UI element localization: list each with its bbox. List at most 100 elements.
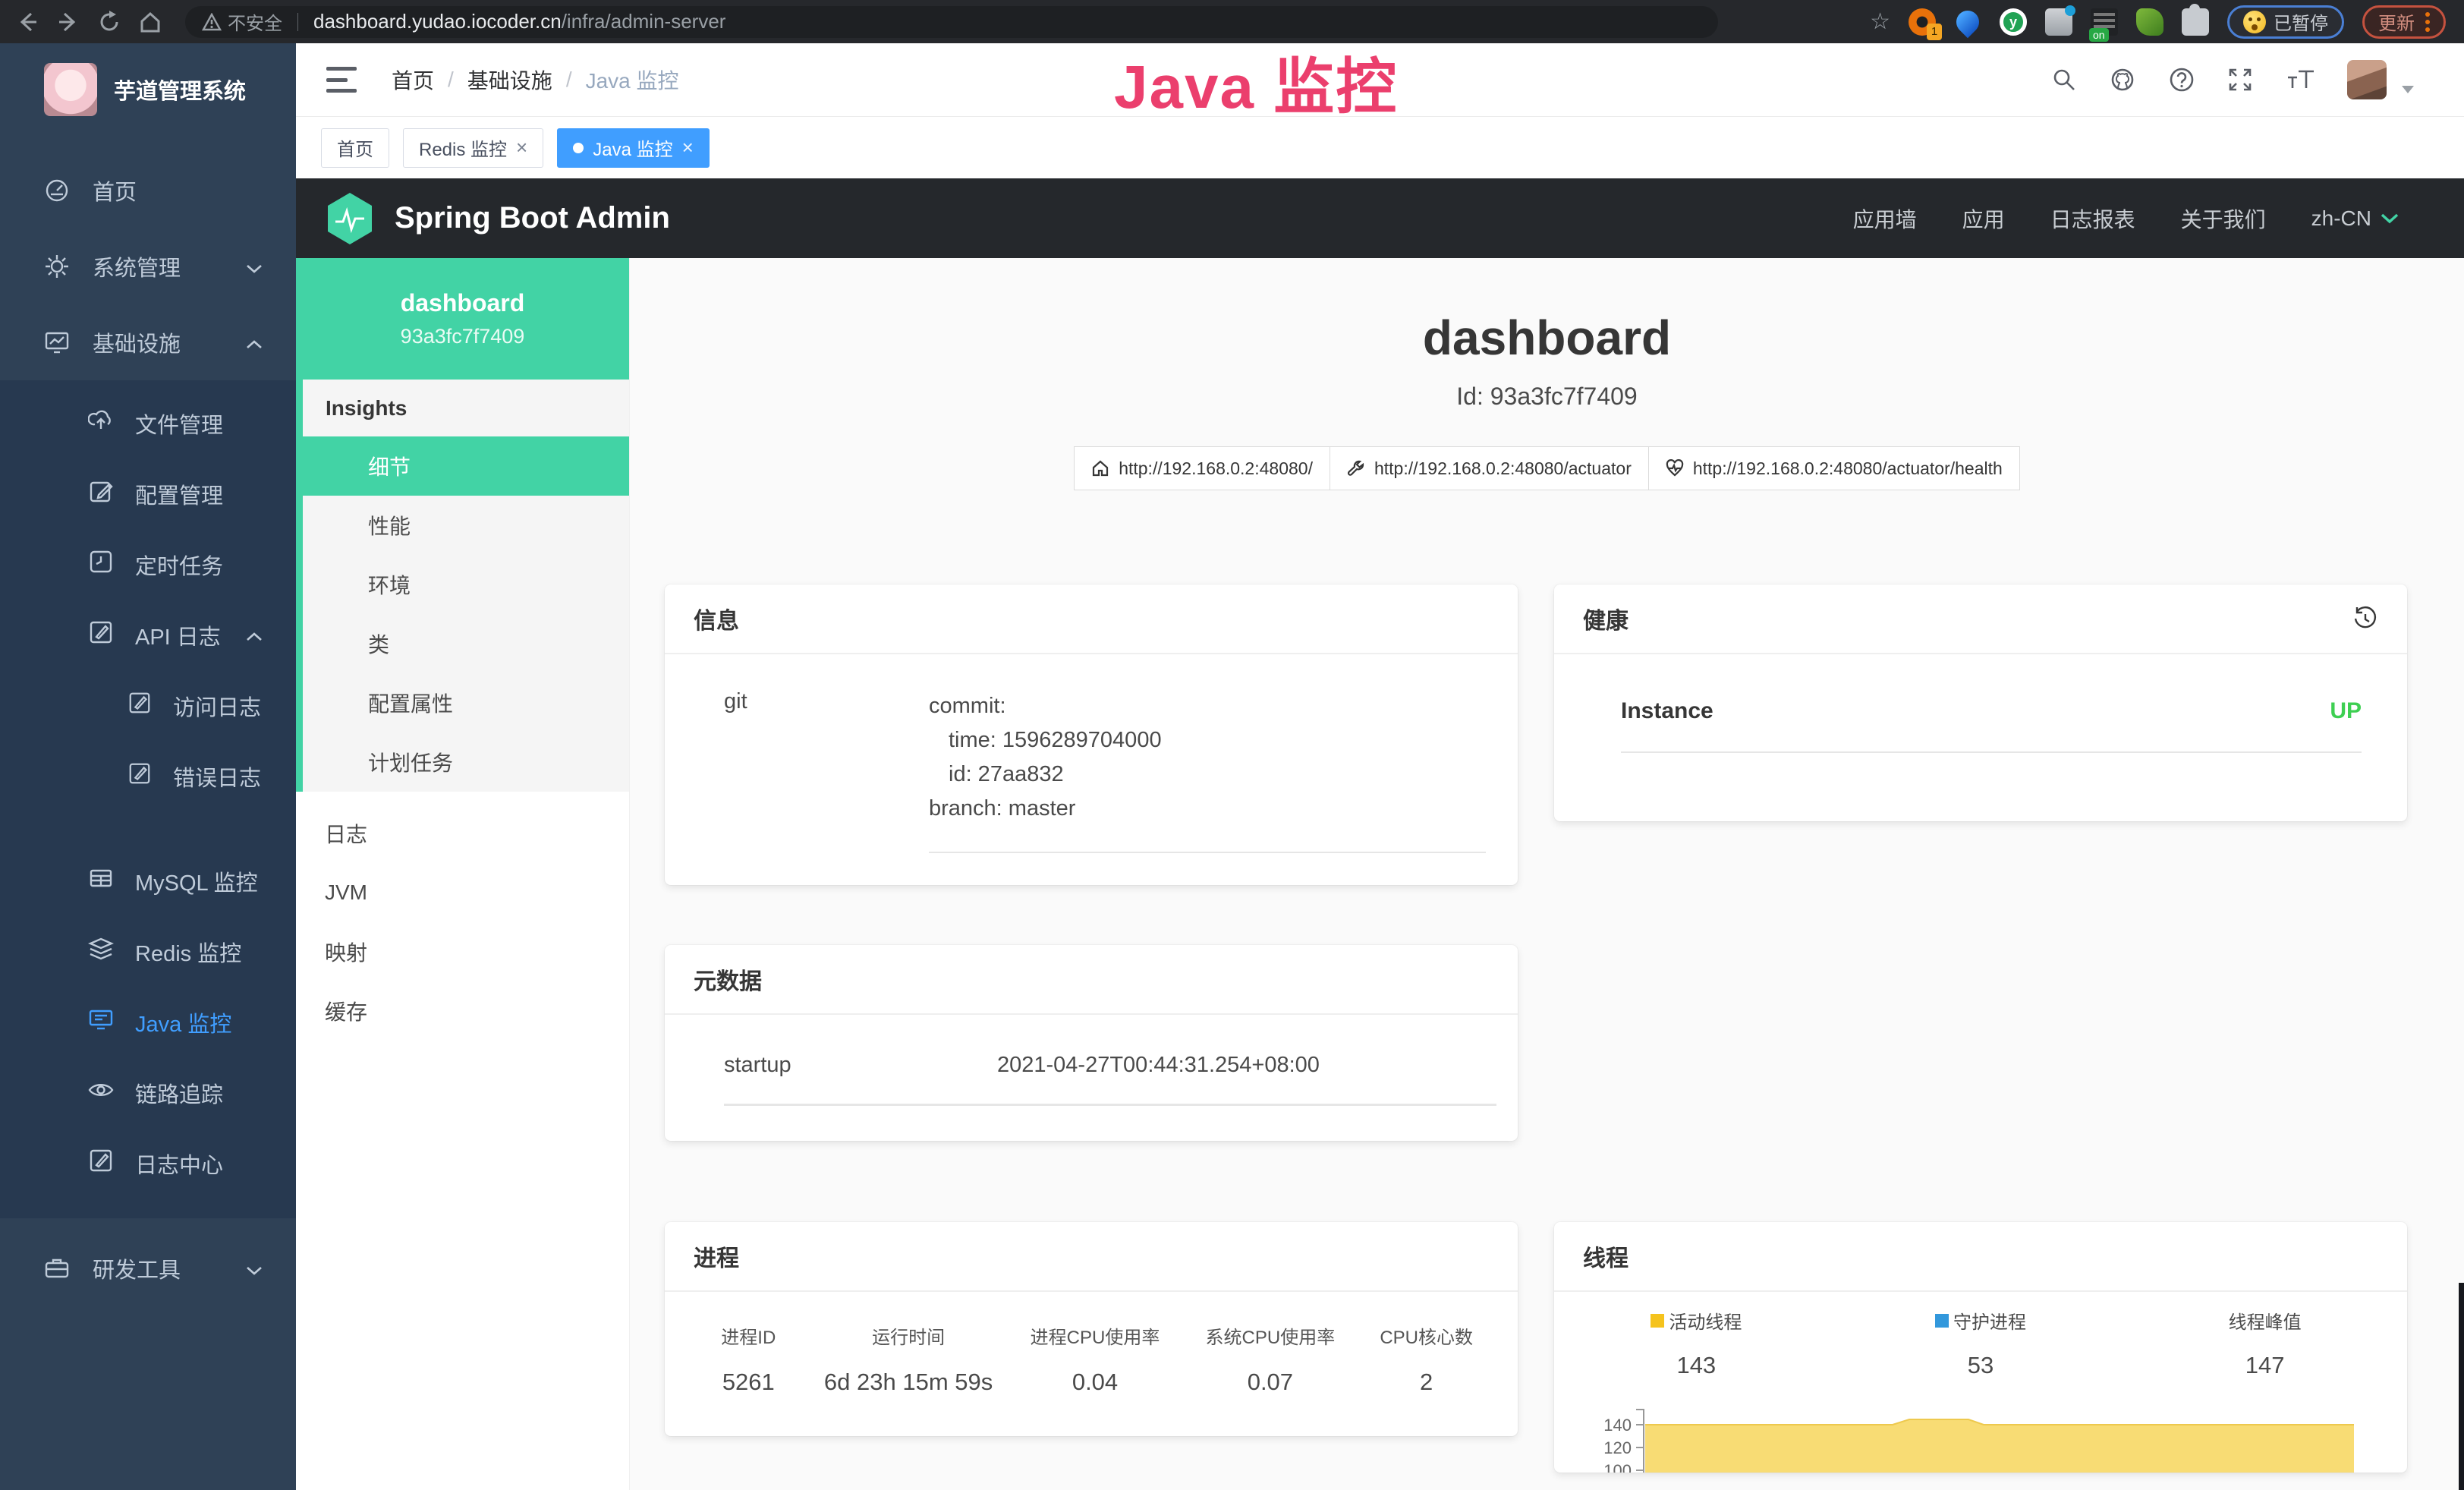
sidebar-item-label: MySQL 监控 xyxy=(135,865,258,897)
extension-badge: 1 xyxy=(1927,24,1942,40)
bookmark-star-icon[interactable]: ☆ xyxy=(1870,8,1890,35)
back-icon[interactable] xyxy=(11,5,44,39)
info-card: 信息 git commit: time: 1596289704000 id: 2… xyxy=(665,584,1518,885)
sidebar-item-redis[interactable]: Redis 监控 xyxy=(0,916,296,987)
sba-header: Spring Boot Admin 应用墙 应用 日志报表 关于我们 zh-CN xyxy=(296,178,2464,258)
infra-submenu: 文件管理 配置管理 定时任务 API 日志 访问日志 xyxy=(0,380,296,1218)
address-bar[interactable]: 不安全 dashboard.yudao.iocoder.cn/infra/adm… xyxy=(185,6,1718,38)
sba-nav-about[interactable]: 关于我们 xyxy=(2181,203,2266,234)
forward-icon[interactable] xyxy=(52,5,85,39)
sidebar-item-infra[interactable]: 基础设施 xyxy=(0,304,296,380)
leaf-extension-icon[interactable] xyxy=(2136,8,2163,36)
actuator-url-button[interactable]: http://192.168.0.2:48080/actuator xyxy=(1330,446,1649,490)
tab-java-monitor[interactable]: Java 监控× xyxy=(557,128,710,168)
extensions-puzzle-icon[interactable] xyxy=(2182,8,2209,36)
sidebar-collapse-icon[interactable] xyxy=(326,67,357,93)
sidebar-item-home[interactable]: 首页 xyxy=(0,153,296,228)
pin-extension-icon[interactable] xyxy=(1954,8,1981,36)
instance-links: http://192.168.0.2:48080/ http://192.168… xyxy=(630,446,2464,490)
y-extension-icon[interactable]: y xyxy=(2000,8,2027,36)
sidebar-item-log-center[interactable]: 日志中心 xyxy=(0,1128,296,1199)
layers-icon xyxy=(88,936,114,968)
service-url-button[interactable]: http://192.168.0.2:48080/ xyxy=(1074,446,1330,490)
update-chrome-button[interactable]: 更新 xyxy=(2362,5,2446,39)
threads-stat-label: 线程峰值 xyxy=(2123,1307,2407,1334)
wrench-icon xyxy=(1347,459,1365,477)
log-edit-icon xyxy=(88,619,114,651)
sidebar-item-config[interactable]: 配置管理 xyxy=(0,458,296,529)
address-separator xyxy=(297,13,298,31)
close-icon[interactable]: × xyxy=(682,136,694,159)
browser-menu-icon[interactable] xyxy=(2425,12,2430,32)
sidebar-item-trace[interactable]: 链路追踪 xyxy=(0,1057,296,1128)
active-dot-icon xyxy=(573,143,584,153)
health-url-button[interactable]: http://192.168.0.2:48080/actuator/health xyxy=(1649,446,2020,490)
log-edit-icon xyxy=(127,761,152,792)
health-status-badge: UP xyxy=(2330,698,2362,724)
sba-item-classes[interactable]: 类 xyxy=(303,614,629,673)
page-title: dashboard xyxy=(630,310,2464,366)
insights-section: Insights 细节 性能 环境 类 配置属性 计划任务 xyxy=(296,380,629,792)
tab-redis-monitor[interactable]: Redis 监控× xyxy=(403,128,543,168)
breadcrumb-home[interactable]: 首页 xyxy=(392,65,434,95)
list-extension-icon[interactable]: on xyxy=(2091,8,2118,36)
paused-profile-button[interactable]: 已暂停 xyxy=(2227,5,2344,39)
locale-select[interactable]: zh-CN xyxy=(2311,206,2399,231)
sidebar-item-mysql[interactable]: MySQL 监控 xyxy=(0,846,296,916)
chevron-down-icon xyxy=(2381,213,2399,224)
process-col-header: 系统CPU使用率 xyxy=(1182,1322,1358,1349)
extension-icon[interactable]: 1 xyxy=(1909,8,1936,36)
sba-app-header[interactable]: dashboard 93a3fc7f7409 xyxy=(296,258,629,380)
sba-item-logs[interactable]: 日志 xyxy=(296,804,629,863)
sidebar-item-file[interactable]: 文件管理 xyxy=(0,388,296,458)
sba-item-mappings[interactable]: 映射 xyxy=(296,922,629,981)
sidebar-item-label: 系统管理 xyxy=(93,250,181,282)
search-icon[interactable] xyxy=(2051,67,2077,93)
history-icon[interactable] xyxy=(2352,606,2378,632)
grid-extension-icon[interactable] xyxy=(2045,8,2072,36)
font-size-icon[interactable] xyxy=(2285,67,2315,93)
heartbeat-icon xyxy=(1666,459,1684,477)
close-icon[interactable]: × xyxy=(516,136,527,159)
app-logo-row[interactable]: 芋道管理系统 xyxy=(0,43,296,136)
screen: 不安全 dashboard.yudao.iocoder.cn/infra/adm… xyxy=(0,0,2464,1490)
eye-icon xyxy=(88,1077,114,1109)
info-value: commit: time: 1596289704000 id: 27aa832 … xyxy=(929,689,1486,853)
svg-text:100: 100 xyxy=(1603,1461,1632,1473)
user-avatar[interactable] xyxy=(2347,60,2387,99)
admin-menu: 首页 系统管理 基础设施 文件管理 配置管理 xyxy=(0,153,296,1306)
sba-item-jvm[interactable]: JVM xyxy=(296,863,629,922)
fullscreen-icon[interactable] xyxy=(2227,67,2253,93)
sba-item-config-props[interactable]: 配置属性 xyxy=(303,673,629,732)
header-actions xyxy=(2051,60,2464,99)
pencil-square-icon xyxy=(88,1148,114,1180)
breadcrumb: 首页 / 基础设施 / Java 监控 xyxy=(392,65,679,95)
sidebar-item-access-log[interactable]: 访问日志 xyxy=(0,670,296,741)
metadata-card-title: 元数据 xyxy=(694,962,762,996)
sba-item-caches[interactable]: 缓存 xyxy=(296,981,629,1041)
tab-home[interactable]: 首页 xyxy=(321,128,389,168)
sba-main: dashboard Id: 93a3fc7f7409 http://192.16… xyxy=(630,258,2464,1490)
home-icon[interactable] xyxy=(134,5,167,39)
help-icon[interactable] xyxy=(2168,66,2195,93)
sba-item-details[interactable]: 细节 xyxy=(303,436,629,496)
security-label: 不安全 xyxy=(228,8,282,35)
sba-nav-applications[interactable]: 应用 xyxy=(1962,203,2005,234)
breadcrumb-infra[interactable]: 基础设施 xyxy=(467,65,552,95)
sba-nav-wallboard[interactable]: 应用墙 xyxy=(1853,203,1917,234)
sidebar-item-jobs[interactable]: 定时任务 xyxy=(0,529,296,600)
home-icon xyxy=(1091,459,1109,477)
sidebar-item-devtools[interactable]: 研发工具 xyxy=(0,1230,296,1306)
github-icon[interactable] xyxy=(2109,66,2136,93)
sba-item-environment[interactable]: 环境 xyxy=(303,555,629,614)
sidebar-item-java-monitor[interactable]: Java 监控 xyxy=(0,987,296,1057)
threads-stats: 活动线程 守护进程 线程峰值 143 53 147 xyxy=(1554,1292,2407,1379)
sidebar-item-system[interactable]: 系统管理 xyxy=(0,228,296,304)
sba-item-metrics[interactable]: 性能 xyxy=(303,496,629,555)
reload-icon[interactable] xyxy=(93,5,126,39)
sidebar-item-api-log[interactable]: API 日志 xyxy=(0,600,296,670)
sba-item-scheduled-tasks[interactable]: 计划任务 xyxy=(303,732,629,792)
sidebar-item-error-log[interactable]: 错误日志 xyxy=(0,741,296,811)
sba-nav-journal[interactable]: 日志报表 xyxy=(2050,203,2135,234)
avatar-caret-icon[interactable] xyxy=(2402,86,2414,93)
